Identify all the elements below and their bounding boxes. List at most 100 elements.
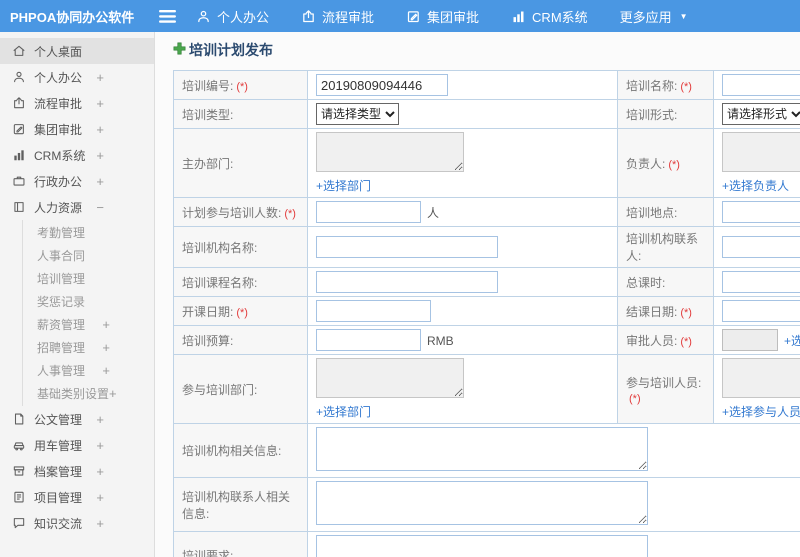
nav-more-apps[interactable]: 更多应用 ▼ (620, 7, 688, 26)
sidebar-subitem-recruit[interactable]: 招聘管理 + (23, 336, 154, 359)
sidebar-subitem-attendance[interactable]: 考勤管理 (23, 221, 154, 244)
org-contact-input[interactable] (722, 236, 800, 258)
required-mark: (*) (680, 306, 692, 319)
sidebar-item-hr[interactable]: 人力资源 − (0, 194, 154, 220)
sidebar-item-archive-mgmt[interactable]: 档案管理 + (0, 458, 154, 484)
expand-icon: + (96, 515, 104, 531)
sidebar-subitem-reward[interactable]: 奖惩记录 (23, 290, 154, 313)
archive-icon (12, 464, 26, 478)
sidebar-hr-submenu: 考勤管理 人事合同 培训管理 奖惩记录 薪资管理 + 招聘管理 + 人事管理 + 基础… (22, 220, 154, 406)
field-label-total-hours: 总课时: (617, 267, 714, 297)
sidebar-item-flow-approval[interactable]: 流程审批 + (0, 90, 154, 116)
app-logo: PHPOA协同办公软件 (10, 9, 135, 25)
nav-group-approval[interactable]: 集团审批 (406, 7, 479, 26)
sidebar-item-label: 用车管理 (34, 438, 83, 453)
sidebar-item-admin-office[interactable]: 行政办公 + (0, 168, 154, 194)
table-row: 培训课程名称: 总课时: (173, 267, 800, 297)
user-icon (12, 70, 26, 84)
sidebar: 个人桌面 个人办公 + 流程审批 + 集团审批 + CRM系统 + 行政办公 +… (0, 32, 155, 557)
field-label-org-info: 培训机构相关信息: (173, 423, 308, 478)
doc-icon (12, 412, 26, 426)
table-row: 培训机构名称: 培训机构联系人: (173, 226, 800, 268)
flow-icon (12, 96, 26, 110)
briefcase-icon (12, 174, 26, 188)
expand-icon: + (96, 95, 104, 111)
end-date-input[interactable] (722, 300, 800, 322)
planned-count-input[interactable] (316, 201, 421, 223)
requirement-textarea[interactable] (316, 535, 648, 557)
field-label-host-dept: 主办部门: (173, 128, 308, 198)
org-contact-info-textarea[interactable] (316, 481, 648, 525)
sidebar-item-group-approval[interactable]: 集团审批 + (0, 116, 154, 142)
select-join-department-link[interactable]: +选择部门 (316, 403, 609, 420)
org-info-textarea[interactable] (316, 427, 648, 471)
field-label-requirement: 培训要求: (173, 531, 308, 557)
edit-icon (12, 122, 26, 136)
menu-icon[interactable] (159, 9, 176, 23)
join-people-textarea[interactable] (722, 358, 800, 398)
sidebar-item-project-mgmt[interactable]: 项目管理 + (0, 484, 154, 510)
required-mark: (*) (236, 306, 248, 319)
field-label-location: 培训地点: (617, 197, 714, 227)
sidebar-item-label: 个人桌面 (34, 44, 83, 59)
sidebar-subitem-training[interactable]: 培训管理 (23, 267, 154, 290)
chart-icon (511, 9, 526, 24)
table-row: 主办部门: +选择部门 负责人: (*) +选择负责人 (173, 128, 800, 198)
expand-icon: + (96, 173, 104, 189)
training-code-input[interactable] (316, 74, 448, 96)
training-mode-select[interactable]: 请选择形式 (722, 103, 800, 125)
course-name-input[interactable] (316, 271, 498, 293)
expand-icon: + (102, 363, 110, 378)
sidebar-item-label: CRM系统 (34, 148, 86, 163)
sidebar-subitem-label: 培训管理 (37, 272, 86, 286)
sidebar-item-personal-desktop[interactable]: 个人桌面 (0, 38, 154, 64)
nav-flow-approval[interactable]: 流程审批 (301, 7, 374, 26)
select-approver-link[interactable]: +选择审批人员 (784, 334, 800, 348)
leader-textarea[interactable] (722, 132, 800, 172)
sidebar-item-label: 个人办公 (34, 70, 83, 85)
table-row: 培训类型: 请选择类型 培训形式: 请选择形式 (173, 99, 800, 129)
required-mark: (*) (680, 335, 692, 348)
sidebar-item-knowledge[interactable]: 知识交流 + (0, 510, 154, 536)
sidebar-subitem-salary[interactable]: 薪资管理 + (23, 313, 154, 336)
join-department-textarea[interactable] (316, 358, 464, 398)
training-type-select[interactable]: 请选择类型 (316, 103, 399, 125)
collapse-icon: − (96, 199, 104, 215)
sidebar-item-crm[interactable]: CRM系统 + (0, 142, 154, 168)
training-name-input[interactable] (722, 74, 800, 96)
nav-personal-office[interactable]: 个人办公 (196, 7, 269, 26)
sidebar-subitem-label: 人事合同 (37, 249, 86, 263)
sidebar-item-vehicle-mgmt[interactable]: 用车管理 + (0, 432, 154, 458)
expand-icon: + (96, 489, 104, 505)
location-input[interactable] (722, 201, 800, 223)
field-label-org-name: 培训机构名称: (173, 226, 308, 268)
nav-crm-system[interactable]: CRM系统 (511, 7, 588, 26)
sidebar-subitem-label: 招聘管理 (37, 341, 86, 355)
sidebar-item-personal-office[interactable]: 个人办公 + (0, 64, 154, 90)
page-title: 培训计划发布 (173, 40, 800, 60)
sidebar-item-document-mgmt[interactable]: 公文管理 + (0, 406, 154, 432)
select-join-people-link[interactable]: +选择参与人员 (722, 403, 800, 420)
sidebar-subitem-personnel[interactable]: 人事管理 + (23, 359, 154, 382)
expand-icon: + (96, 121, 104, 137)
sidebar-subitem-hr-contract[interactable]: 人事合同 (23, 244, 154, 267)
sidebar-subitem-base-category[interactable]: 基础类别设置 + (23, 382, 154, 405)
caret-down-icon: ▼ (679, 11, 688, 21)
sidebar-item-label: 流程审批 (34, 96, 83, 111)
flow-icon (301, 9, 316, 24)
budget-input[interactable] (316, 329, 421, 351)
select-department-link[interactable]: +选择部门 (316, 177, 609, 194)
org-name-input[interactable] (316, 236, 498, 258)
select-leader-link[interactable]: +选择负责人 (722, 177, 800, 194)
nav-label: 更多应用 (619, 9, 672, 25)
required-mark: (*) (236, 80, 248, 93)
sidebar-item-label: 公文管理 (34, 412, 83, 427)
car-icon (12, 438, 26, 452)
start-date-input[interactable] (316, 300, 431, 322)
approver-input[interactable] (722, 329, 778, 351)
table-row: 计划参与培训人数: (*) 人 培训地点: (173, 197, 800, 227)
total-hours-input[interactable] (722, 271, 800, 293)
table-row: 参与培训部门: +选择部门 参与培训人员:(*) +选择参与人员 (173, 354, 800, 424)
host-department-textarea[interactable] (316, 132, 464, 172)
edit-icon (406, 9, 421, 24)
